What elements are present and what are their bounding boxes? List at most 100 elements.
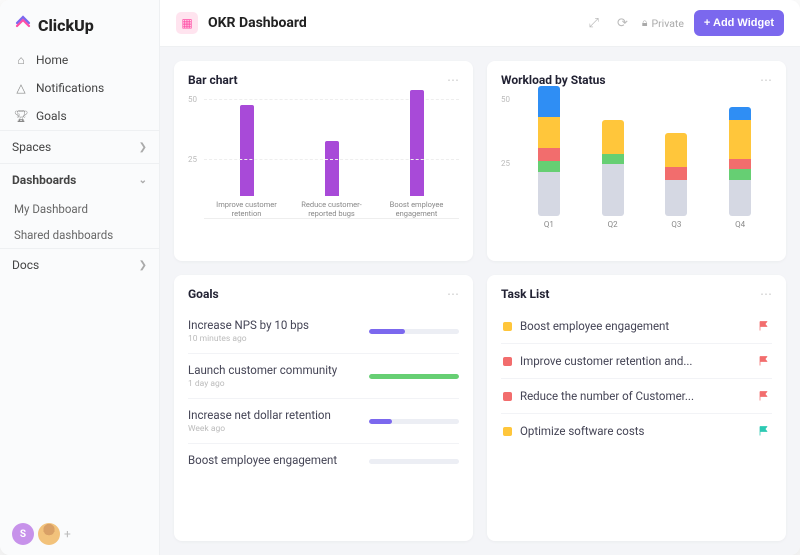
task-name: Boost employee engagement [520, 319, 750, 333]
task-list: Boost employee engagement Improve custom… [501, 309, 772, 448]
sidebar-item-shared-dashboards[interactable]: Shared dashboards [0, 222, 159, 248]
bar-label: Q3 [671, 220, 681, 229]
add-widget-button[interactable]: + Add Widget [694, 10, 784, 36]
goal-row[interactable]: Launch customer community 1 day ago [188, 354, 459, 399]
goal-row[interactable]: Increase NPS by 10 bps 10 minutes ago [188, 309, 459, 354]
task-name: Optimize software costs [520, 424, 750, 438]
bar-segment [665, 180, 687, 216]
card-title: Task List [501, 287, 549, 301]
sidebar: ClickUp ⌂ Home △ Notifications 🏆︎ Goals … [0, 0, 160, 555]
status-square-icon [503, 357, 512, 366]
goal-name: Increase NPS by 10 bps [188, 318, 309, 332]
section-docs[interactable]: Docs ❯ [0, 248, 159, 281]
goal-name: Boost employee engagement [188, 453, 337, 467]
privacy-label: Private [651, 17, 683, 30]
card-bar-chart: Bar chart ⋯ 50 25 Improve customer reten… [174, 61, 473, 261]
more-icon[interactable]: ⋯ [447, 73, 459, 87]
status-square-icon [503, 392, 512, 401]
progress-bar [369, 329, 459, 334]
nav-label: Home [36, 53, 68, 67]
more-icon[interactable]: ⋯ [760, 73, 772, 87]
flag-icon [758, 390, 770, 402]
grid-icon: ▦ [181, 16, 192, 30]
main: ▦ OKR Dashboard ⤢ ⟳ 🔒︎ Private + Add Wid… [160, 0, 800, 555]
progress-bar [369, 374, 459, 379]
bar-label: Q2 [608, 220, 618, 229]
task-name: Reduce the number of Customer... [520, 389, 750, 403]
bar-segment [538, 161, 560, 171]
flag-icon [758, 355, 770, 367]
refresh-icon[interactable]: ⟳ [613, 14, 632, 33]
nav-goals[interactable]: 🏆︎ Goals [4, 102, 155, 130]
brand-logo-icon [14, 14, 32, 36]
avatar[interactable]: S [12, 523, 34, 545]
stacked-bar [665, 133, 687, 216]
card-tasks: Task List ⋯ Boost employee engagement Im… [487, 275, 786, 541]
expand-icon[interactable]: ⤢ [585, 14, 603, 33]
sidebar-item-my-dashboard[interactable]: My Dashboard [0, 196, 159, 222]
y-tick: 25 [188, 155, 197, 164]
bar-segment [665, 167, 687, 180]
dashboard-category-icon: ▦ [176, 12, 198, 34]
bar-label: Q1 [544, 220, 554, 229]
task-row[interactable]: Boost employee engagement [501, 309, 772, 344]
more-icon[interactable]: ⋯ [760, 287, 772, 301]
task-row[interactable]: Reduce the number of Customer... [501, 379, 772, 414]
goal-row[interactable]: Boost employee engagement [188, 444, 459, 478]
flag-icon [758, 320, 770, 332]
task-row[interactable]: Optimize software costs [501, 414, 772, 448]
bar-segment [538, 148, 560, 161]
app-window: ClickUp ⌂ Home △ Notifications 🏆︎ Goals … [0, 0, 800, 555]
bar-chart-area: 50 25 Improve customer retention Reduce … [188, 95, 459, 249]
lock-icon: 🔒︎ [642, 16, 648, 30]
nav-home[interactable]: ⌂ Home [4, 46, 155, 74]
bar-column: Improve customer retention [212, 105, 282, 218]
nav-notifications[interactable]: △ Notifications [4, 74, 155, 102]
bar [240, 105, 254, 196]
y-tick: 50 [188, 95, 197, 104]
task-row[interactable]: Improve customer retention and... [501, 344, 772, 379]
bar-chart-bars: Improve customer retention Reduce custom… [204, 99, 459, 219]
add-user-icon[interactable]: + [64, 527, 71, 541]
brand: ClickUp [0, 0, 159, 46]
bar-label: Reduce customer-reported bugs [297, 200, 367, 218]
chevron-down-icon: ⌄ [139, 175, 147, 186]
nav: ⌂ Home △ Notifications 🏆︎ Goals [0, 46, 159, 130]
section-spaces[interactable]: Spaces ❯ [0, 130, 159, 163]
bar-segment [665, 133, 687, 167]
privacy-indicator[interactable]: 🔒︎ Private [642, 16, 684, 30]
workload-bars: Q1 Q2 Q3 Q4 [517, 99, 772, 229]
page-title: OKR Dashboard [208, 15, 307, 31]
bar [410, 90, 424, 196]
topbar: ▦ OKR Dashboard ⤢ ⟳ 🔒︎ Private + Add Wid… [160, 0, 800, 47]
bar-label: Boost employee engagement [382, 200, 452, 218]
workload-column: Q4 [729, 107, 751, 229]
goals-list: Increase NPS by 10 bps 10 minutes ago La… [188, 309, 459, 478]
bar-segment [729, 169, 751, 179]
more-icon[interactable]: ⋯ [447, 287, 459, 301]
chevron-right-icon: ❯ [139, 260, 147, 271]
workload-column: Q3 [665, 133, 687, 229]
bar-segment [602, 164, 624, 216]
progress-bar [369, 419, 459, 424]
bell-icon: △ [14, 81, 28, 95]
bar-segment [729, 180, 751, 216]
status-square-icon [503, 322, 512, 331]
bar-segment [538, 117, 560, 148]
bar-segment [602, 120, 624, 154]
section-dashboards[interactable]: Dashboards ⌄ [0, 163, 159, 196]
card-goals: Goals ⋯ Increase NPS by 10 bps 10 minute… [174, 275, 473, 541]
card-workload: Workload by Status ⋯ 50 25 Q1Q2Q3Q4 [487, 61, 786, 261]
goal-timestamp: 1 day ago [188, 379, 337, 389]
section-label: Spaces [12, 140, 51, 154]
task-name: Improve customer retention and... [520, 354, 750, 368]
stacked-bar [602, 120, 624, 216]
avatar[interactable] [38, 523, 60, 545]
y-tick: 25 [501, 159, 510, 168]
card-title: Workload by Status [501, 73, 606, 87]
bar-segment [538, 172, 560, 216]
goal-row[interactable]: Increase net dollar retention Week ago [188, 399, 459, 444]
home-icon: ⌂ [14, 53, 28, 67]
bar-column: Reduce customer-reported bugs [297, 141, 367, 218]
stacked-bar [538, 86, 560, 216]
